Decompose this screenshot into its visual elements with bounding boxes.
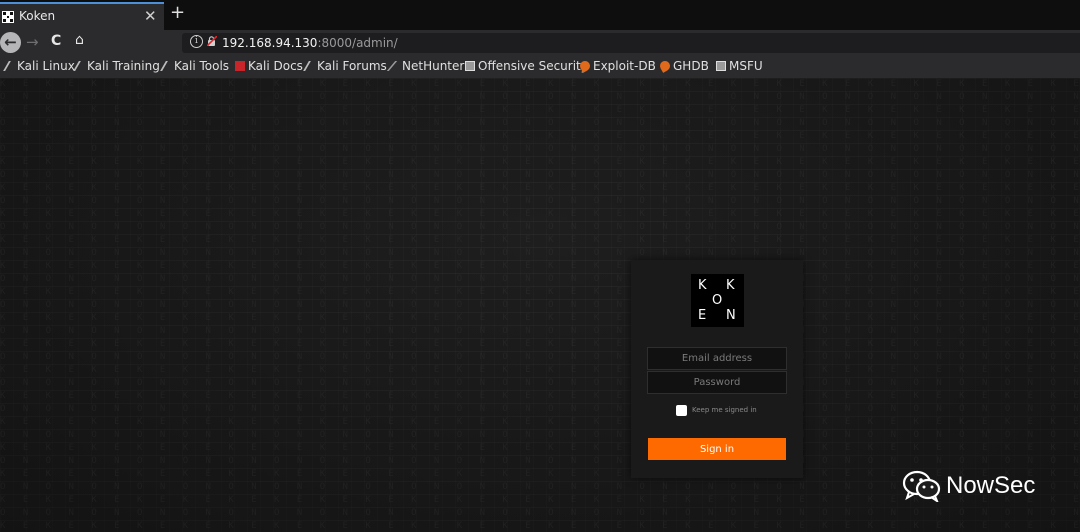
bookmark-label: Offensive Security	[478, 59, 588, 73]
logo-letter: O	[712, 293, 723, 308]
bookmark-kali-forums[interactable]: Kali Forums	[303, 59, 387, 73]
kali-docs-icon	[235, 61, 245, 71]
bookmark-label: MSFU	[729, 59, 763, 73]
insecure-lock-icon	[207, 36, 217, 46]
bookmark-kali-tools[interactable]: Kali Tools	[160, 59, 230, 73]
bookmark-label: NetHunter	[402, 59, 465, 73]
kali-dragon-icon	[160, 61, 174, 71]
close-tab-icon[interactable]: ✕	[144, 7, 157, 25]
koken-logo: K K O E N	[691, 274, 744, 327]
bookmarks-toolbar: Kali Linux Kali Training Kali Tools Kali…	[0, 56, 1080, 79]
info-icon[interactable]: i	[190, 35, 203, 48]
logo-letter: E	[698, 308, 707, 323]
bookmark-nethunter[interactable]: NetHunter	[386, 59, 465, 73]
kali-dragon-icon	[303, 61, 317, 71]
logo-letter: N	[726, 308, 736, 323]
bookmark-label: Exploit-DB	[593, 59, 656, 73]
url-text[interactable]: 192.168.94.130:8000/admin/	[222, 36, 398, 50]
offsec-icon	[465, 61, 475, 71]
bookmark-ghdb[interactable]: GHDB	[658, 59, 709, 73]
bookmark-label: Kali Linux	[17, 59, 75, 73]
back-button[interactable]: ←	[0, 32, 21, 53]
bookmark-offensive-security[interactable]: Offensive Security	[465, 59, 588, 73]
bookmark-label: GHDB	[673, 59, 709, 73]
page-content: K E K E K E K E K E K E K E K E K E K E …	[0, 78, 1080, 532]
wechat-icon	[902, 470, 941, 502]
nethunter-icon	[386, 61, 404, 71]
bookmark-kali-training[interactable]: Kali Training	[73, 59, 160, 73]
forward-button[interactable]: →	[26, 33, 39, 51]
bookmark-label: Kali Tools	[174, 59, 230, 73]
offsec-icon	[716, 61, 726, 71]
exploitdb-icon	[578, 59, 592, 73]
reload-button[interactable]: C	[51, 33, 61, 49]
bookmark-exploit-db[interactable]: Exploit-DB	[578, 59, 656, 73]
exploitdb-icon	[658, 59, 672, 73]
url-path: :8000/admin/	[317, 36, 398, 50]
watermark-text: NowSec	[946, 472, 1036, 499]
bookmark-label: Kali Training	[87, 59, 160, 73]
tab-koken[interactable]: Koken ✕	[0, 2, 164, 30]
kali-dragon-icon	[73, 61, 87, 71]
bookmark-label: Kali Forums	[317, 59, 387, 73]
password-field[interactable]	[647, 371, 787, 394]
navigation-toolbar: ← → C ⌂ i 192.168.94.130:8000/admin/	[0, 30, 1080, 56]
keep-signed-in-checkbox[interactable]	[676, 405, 687, 416]
background-pattern: K E K E K E K E K E K E K E K E K E K E …	[0, 78, 1080, 532]
new-tab-button[interactable]: +	[170, 3, 185, 23]
tab-bar: Koken ✕ +	[0, 0, 1080, 30]
kali-dragon-icon	[3, 61, 17, 71]
bookmark-msfu[interactable]: MSFU	[716, 59, 763, 73]
koken-favicon-icon	[2, 11, 14, 23]
bookmark-kali-docs[interactable]: Kali Docs	[235, 59, 303, 73]
email-field[interactable]	[647, 347, 787, 370]
sign-in-button[interactable]: Sign in	[648, 438, 786, 460]
url-host: 192.168.94.130	[222, 36, 318, 50]
logo-letter: K	[698, 278, 707, 293]
bookmark-label: Kali Docs	[248, 59, 303, 73]
bookmark-kali-linux[interactable]: Kali Linux	[3, 59, 75, 73]
tab-title: Koken	[19, 9, 56, 23]
login-card: K K O E N Keep me signed in Sign in	[631, 260, 803, 478]
url-bar[interactable]: i 192.168.94.130:8000/admin/	[182, 33, 1080, 53]
keep-signed-in-label: Keep me signed in	[692, 406, 757, 414]
logo-letter: K	[726, 278, 735, 293]
home-button[interactable]: ⌂	[75, 32, 84, 48]
